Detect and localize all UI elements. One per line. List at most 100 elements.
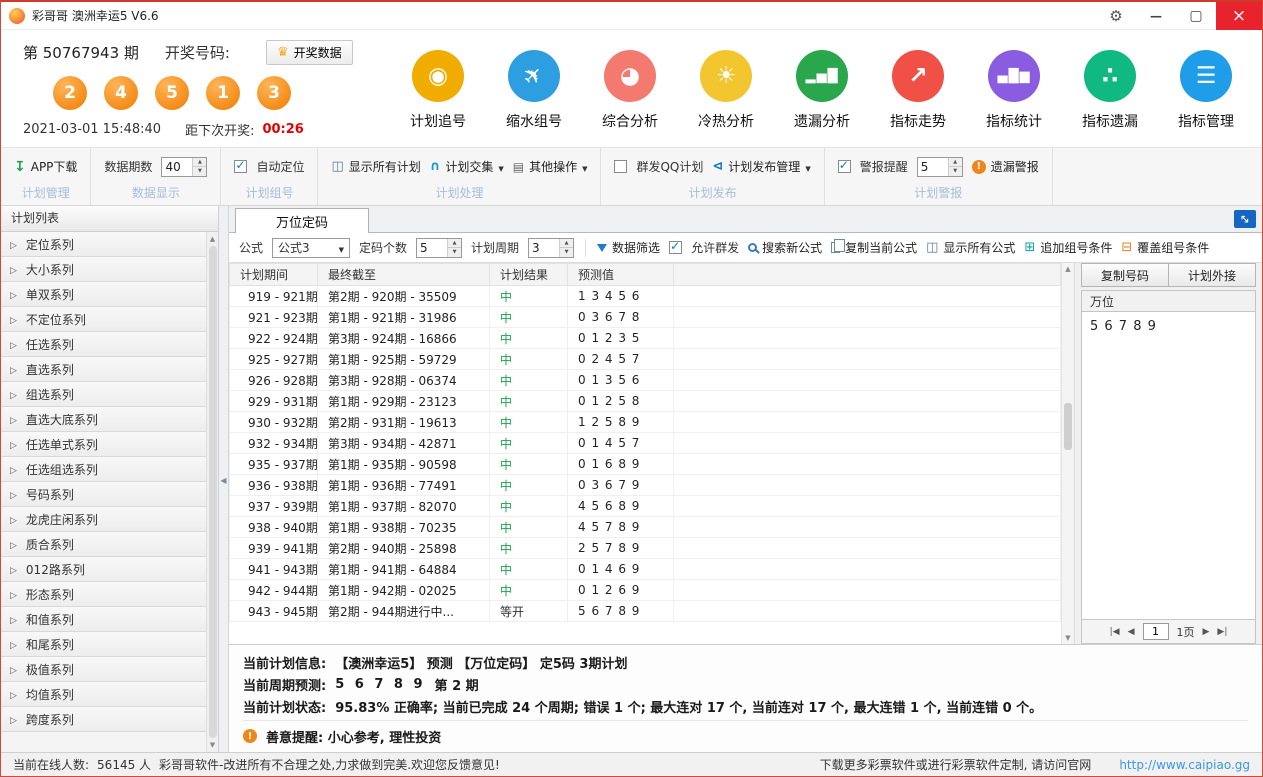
- table-row[interactable]: 939 - 941期 第2期 - 940期 - 25898 中 2 5 7 8 …: [230, 538, 1061, 559]
- prev-page-icon[interactable]: [1128, 627, 1135, 637]
- auto-position-checkbox[interactable]: [234, 160, 247, 173]
- close-button[interactable]: [1216, 2, 1262, 30]
- spinner-up-icon[interactable]: [949, 158, 962, 168]
- nav-button[interactable]: 指标走势: [870, 50, 966, 131]
- sidebar-item[interactable]: 012路系列: [1, 557, 206, 582]
- first-page-icon[interactable]: [1110, 627, 1120, 637]
- copy-numbers-button[interactable]: 复制号码: [1081, 263, 1169, 287]
- sidebar-item[interactable]: 大小系列: [1, 257, 206, 282]
- scrollbar-thumb[interactable]: [1064, 403, 1072, 450]
- sidebar-item[interactable]: 和尾系列: [1, 632, 206, 657]
- show-all-plans-button[interactable]: 显示所有计划: [331, 158, 420, 175]
- scroll-up-icon[interactable]: [1065, 264, 1070, 274]
- nav-button[interactable]: 指标统计: [966, 50, 1062, 131]
- nav-button[interactable]: 遗漏分析: [774, 50, 870, 131]
- cover-condition-button[interactable]: 覆盖组号条件: [1121, 239, 1209, 256]
- formula-select[interactable]: 公式3: [272, 238, 350, 258]
- allow-group-send-checkbox[interactable]: [669, 241, 682, 254]
- sidebar-item[interactable]: 质合系列: [1, 532, 206, 557]
- sidebar-item[interactable]: 和值系列: [1, 607, 206, 632]
- page-number-input[interactable]: [1143, 623, 1169, 640]
- sidebar-item[interactable]: 任选单式系列: [1, 432, 206, 457]
- search-formula-button[interactable]: 搜索新公式: [748, 239, 822, 256]
- table-row[interactable]: 926 - 928期 第3期 - 928期 - 06374 中 0 1 3 5 …: [230, 370, 1061, 391]
- col-header-final[interactable]: 最终截至: [318, 264, 490, 286]
- expand-button[interactable]: [1234, 210, 1256, 228]
- data-periods-input[interactable]: [162, 158, 192, 176]
- spinner-up-icon[interactable]: [193, 158, 206, 168]
- scroll-down-icon[interactable]: [210, 740, 215, 750]
- settings-button[interactable]: [1096, 2, 1136, 30]
- table-row[interactable]: 921 - 923期 第1期 - 921期 - 31986 中 0 3 6 7 …: [230, 307, 1061, 328]
- table-row[interactable]: 941 - 943期 第1期 - 941期 - 64884 中 0 1 4 6 …: [230, 559, 1061, 580]
- draw-data-button[interactable]: 开奖数据: [266, 40, 353, 65]
- scroll-down-icon[interactable]: [1065, 633, 1070, 643]
- spinner-up-icon[interactable]: [560, 239, 573, 249]
- sidebar-item[interactable]: 均值系列: [1, 682, 206, 707]
- nav-button[interactable]: 指标遗漏: [1062, 50, 1158, 131]
- table-row[interactable]: 929 - 931期 第1期 - 929期 - 23123 中 0 1 2 5 …: [230, 391, 1061, 412]
- sidebar-item[interactable]: 单双系列: [1, 282, 206, 307]
- minimize-button[interactable]: [1136, 2, 1176, 30]
- plan-intersection-dropdown[interactable]: 计划交集: [430, 158, 504, 175]
- website-link[interactable]: http://www.caipiao.gg: [1119, 758, 1250, 772]
- sidebar-item[interactable]: 形态系列: [1, 582, 206, 607]
- data-filter-button[interactable]: 数据筛选: [597, 239, 660, 256]
- sidebar-item[interactable]: 定位系列: [1, 232, 206, 257]
- table-row[interactable]: 925 - 927期 第1期 - 925期 - 59729 中 0 2 4 5 …: [230, 349, 1061, 370]
- table-row[interactable]: 936 - 938期 第1期 - 936期 - 77491 中 0 3 6 7 …: [230, 475, 1061, 496]
- maximize-button[interactable]: [1176, 2, 1216, 30]
- alert-reminder-checkbox[interactable]: [838, 160, 851, 173]
- nav-button[interactable]: 冷热分析: [678, 50, 774, 131]
- spinner-down-icon[interactable]: [448, 248, 461, 257]
- cycle-input[interactable]: [529, 239, 559, 257]
- nav-button[interactable]: 综合分析: [582, 50, 678, 131]
- other-operations-dropdown[interactable]: 其他操作: [513, 158, 588, 175]
- missing-alert-button[interactable]: 遗漏警报: [972, 158, 1039, 175]
- table-row[interactable]: 938 - 940期 第1期 - 938期 - 70235 中 4 5 7 8 …: [230, 517, 1061, 538]
- append-condition-button[interactable]: 追加组号条件: [1024, 239, 1112, 256]
- sidebar-item[interactable]: 任选组选系列: [1, 457, 206, 482]
- sidebar-item[interactable]: 直选大底系列: [1, 407, 206, 432]
- table-row[interactable]: 919 - 921期 第2期 - 920期 - 35509 中 1 3 4 5 …: [230, 286, 1061, 307]
- code-count-input[interactable]: [417, 239, 447, 257]
- show-all-formulas-button[interactable]: 显示所有公式: [926, 239, 1015, 256]
- sidebar-scrollbar[interactable]: [206, 232, 218, 752]
- sidebar-item[interactable]: 跨度系列: [1, 707, 206, 732]
- col-header-prediction[interactable]: 预测值: [568, 264, 674, 286]
- sidebar-item[interactable]: 极值系列: [1, 657, 206, 682]
- table-row[interactable]: 922 - 924期 第3期 - 924期 - 16866 中 0 1 2 3 …: [230, 328, 1061, 349]
- table-row[interactable]: 943 - 945期 第2期 - 944期进行中... 等开 5 6 7 8 9: [230, 601, 1061, 622]
- spinner-down-icon[interactable]: [193, 167, 206, 176]
- copy-formula-button[interactable]: 复制当前公式: [831, 239, 917, 256]
- last-page-icon[interactable]: [1217, 627, 1227, 637]
- sidebar-item[interactable]: 直选系列: [1, 357, 206, 382]
- col-header-period[interactable]: 计划期间: [230, 264, 318, 286]
- nav-button[interactable]: 计划追号: [390, 50, 486, 131]
- scrollbar-thumb[interactable]: [209, 246, 217, 738]
- table-row[interactable]: 930 - 932期 第2期 - 931期 - 19613 中 1 2 5 8 …: [230, 412, 1061, 433]
- scrollbar-track[interactable]: [1062, 274, 1074, 633]
- sidebar-item[interactable]: 组选系列: [1, 382, 206, 407]
- sidebar-splitter[interactable]: [219, 206, 229, 752]
- table-scrollbar[interactable]: [1061, 263, 1074, 644]
- qq-group-send-checkbox[interactable]: [614, 160, 627, 173]
- alert-value-input[interactable]: [918, 158, 948, 176]
- col-header-result[interactable]: 计划结果: [490, 264, 568, 286]
- collapse-arrow-icon[interactable]: [220, 472, 226, 486]
- spinner-up-icon[interactable]: [448, 239, 461, 249]
- app-download-button[interactable]: APP下载: [14, 158, 77, 175]
- publish-mgmt-dropdown[interactable]: 计划发布管理: [712, 158, 810, 175]
- table-row[interactable]: 932 - 934期 第3期 - 934期 - 42871 中 0 1 4 5 …: [230, 433, 1061, 454]
- scroll-up-icon[interactable]: [210, 234, 215, 244]
- sidebar-item[interactable]: 龙虎庄闲系列: [1, 507, 206, 532]
- table-row[interactable]: 937 - 939期 第1期 - 937期 - 82070 中 4 5 6 8 …: [230, 496, 1061, 517]
- spinner-down-icon[interactable]: [560, 248, 573, 257]
- sidebar-item[interactable]: 号码系列: [1, 482, 206, 507]
- spinner-down-icon[interactable]: [949, 167, 962, 176]
- table-row[interactable]: 942 - 944期 第1期 - 942期 - 02025 中 0 1 2 6 …: [230, 580, 1061, 601]
- table-row[interactable]: 935 - 937期 第1期 - 935期 - 90598 中 0 1 6 8 …: [230, 454, 1061, 475]
- nav-button[interactable]: 指标管理: [1158, 50, 1254, 131]
- plan-external-button[interactable]: 计划外接: [1169, 263, 1256, 287]
- sidebar-item[interactable]: 任选系列: [1, 332, 206, 357]
